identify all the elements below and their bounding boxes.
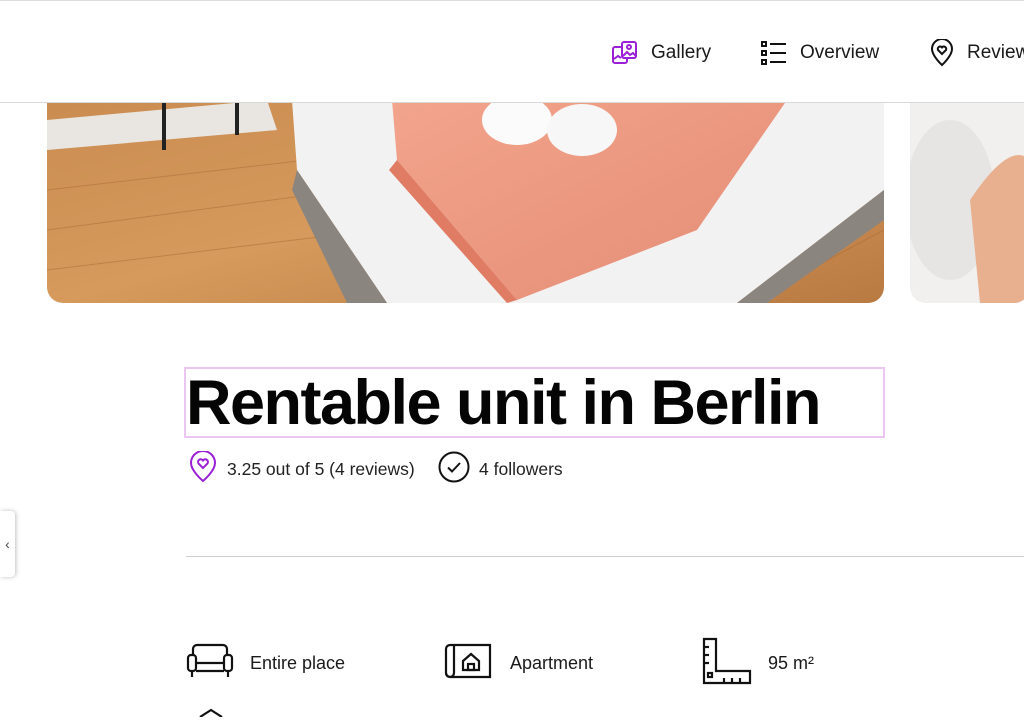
nav-overview[interactable]: Overview <box>760 37 879 69</box>
rating-text: 3.25 out of 5 (4 reviews) <box>227 458 415 479</box>
check-circle-icon <box>438 451 470 488</box>
nav-gallery[interactable]: Gallery <box>611 37 711 69</box>
nav-reviews[interactable]: Reviews <box>929 37 1024 69</box>
followers-summary[interactable]: 4 followers <box>438 451 563 488</box>
nav-overview-label: Overview <box>800 42 880 63</box>
feature-property-type: Apartment <box>444 640 593 686</box>
location-pin-icon <box>929 39 955 67</box>
listing-photo-secondary[interactable] <box>910 80 1024 303</box>
feature-area: 95 m² <box>702 637 815 686</box>
gallery-icon <box>611 39 639 67</box>
side-collapse-tab[interactable]: ‹ <box>0 511 15 577</box>
floorplan-house-icon <box>444 641 494 686</box>
list-icon <box>760 39 788 67</box>
feature-place-type: Entire place <box>186 640 345 686</box>
nav-gallery-label: Gallery <box>651 42 712 63</box>
rating-summary[interactable]: 3.25 out of 5 (4 reviews) <box>188 449 415 488</box>
feature-property-type-label: Apartment <box>510 652 594 673</box>
rating-heart-pin-icon <box>188 449 218 488</box>
feature-place-type-label: Entire place <box>250 652 346 673</box>
feature-area-label: 95 m² <box>768 652 815 673</box>
listing-photo-main[interactable] <box>47 80 884 303</box>
sofa-icon <box>186 641 234 686</box>
top-navigation-bar: Gallery Overview Reviews <box>0 0 1024 103</box>
chevron-left-icon: ‹ <box>5 536 10 552</box>
listing-title: Rentable unit in Berlin <box>186 368 822 438</box>
followers-text: 4 followers <box>479 458 563 479</box>
section-divider <box>186 556 1024 557</box>
nav-reviews-label: Reviews <box>967 42 1024 63</box>
ruler-icon <box>702 637 752 690</box>
next-feature-icon-peek <box>196 704 226 722</box>
